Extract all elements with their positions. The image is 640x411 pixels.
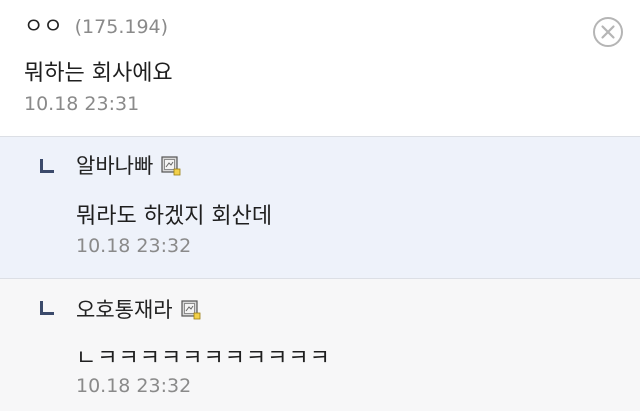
reply-item: 오호통재라 ㄴㅋㅋㅋㅋㅋㅋㅋㅋㅋㅋㅋ 10.18 23:32: [0, 279, 640, 411]
gallery-member-icon: [161, 156, 181, 176]
reply-item: 알바나빠 뭐라도 하겠지 회산데 10.18 23:32: [0, 137, 640, 279]
close-circle-icon[interactable]: [592, 16, 624, 48]
reply-timestamp: 10.18 23:32: [76, 235, 192, 257]
comment-header: ㅇㅇ (175.194): [24, 10, 168, 40]
comment-author[interactable]: ㅇㅇ: [24, 10, 63, 40]
reply-author[interactable]: 오호통재라: [76, 294, 173, 324]
comment-timestamp: 10.18 23:31: [24, 93, 140, 115]
comment-item: ㅇㅇ (175.194) 뭐하는 회사에요 10.18 23:31: [0, 0, 640, 137]
reply-timestamp: 10.18 23:32: [76, 375, 192, 397]
comment-ip: (175.194): [74, 16, 169, 38]
comment-text: 뭐하는 회사에요: [24, 61, 173, 86]
reply-arrow-icon: [40, 159, 54, 173]
reply-header: 오호통재라: [76, 294, 201, 324]
reply-text: 뭐라도 하겠지 회산데: [76, 204, 273, 229]
comment-thread: ㅇㅇ (175.194) 뭐하는 회사에요 10.18 23:31 알바나빠 뭐…: [0, 0, 640, 411]
reply-text: ㄴㅋㅋㅋㅋㅋㅋㅋㅋㅋㅋㅋ: [76, 346, 331, 371]
reply-arrow-icon: [40, 301, 54, 315]
gallery-member-icon: [181, 300, 201, 320]
reply-author[interactable]: 알바나빠: [76, 150, 153, 180]
reply-header: 알바나빠: [76, 150, 181, 180]
